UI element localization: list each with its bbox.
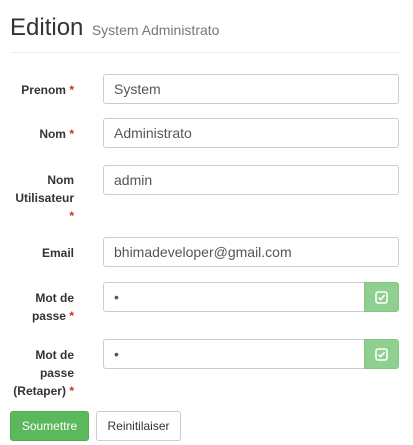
email-input[interactable]: bhimadeveloper@gmail.com bbox=[103, 237, 399, 267]
page-header: Edition System Administrato bbox=[10, 14, 413, 42]
check-square-icon bbox=[375, 347, 388, 361]
required-mark: * bbox=[69, 309, 74, 323]
password-confirm-label: Mot de passe (Retaper) * bbox=[13, 348, 74, 398]
password-check-addon[interactable] bbox=[364, 282, 399, 312]
submit-button[interactable]: Soumettre bbox=[10, 411, 89, 441]
required-mark: * bbox=[69, 209, 74, 223]
email-label: Email bbox=[41, 246, 74, 260]
header-divider bbox=[10, 52, 401, 53]
prenom-input[interactable]: System bbox=[103, 74, 399, 104]
password-label: Mot de passe * bbox=[31, 291, 74, 323]
page-title: Edition bbox=[10, 14, 84, 41]
nom-label: Nom * bbox=[39, 127, 74, 141]
password-input[interactable]: • bbox=[103, 282, 365, 312]
password-confirm-check-addon[interactable] bbox=[364, 339, 399, 369]
prenom-label: Prenom * bbox=[21, 83, 74, 97]
required-mark: * bbox=[69, 127, 74, 141]
reset-button[interactable]: Reinitilaiser bbox=[96, 411, 181, 441]
password-confirm-input[interactable]: • bbox=[103, 339, 365, 369]
required-mark: * bbox=[69, 83, 74, 97]
page-subtitle: System Administrato bbox=[91, 22, 220, 38]
username-input[interactable]: admin bbox=[103, 165, 399, 195]
username-label: Nom Utilisateur * bbox=[8, 171, 74, 225]
nom-input[interactable]: Administrato bbox=[103, 118, 399, 148]
check-square-icon bbox=[375, 290, 388, 304]
required-mark: * bbox=[69, 384, 74, 398]
